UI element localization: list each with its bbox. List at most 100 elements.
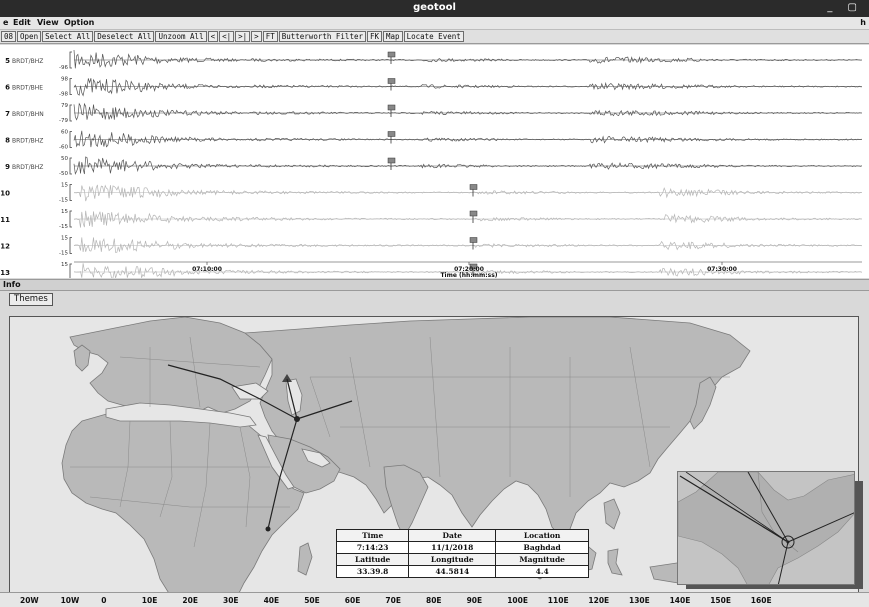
land-india bbox=[383, 464, 429, 538]
trace-number: 5 bbox=[5, 57, 10, 65]
trace-number: 11 bbox=[0, 216, 10, 224]
waveform-trace[interactable] bbox=[74, 184, 862, 202]
amplitude-bracket bbox=[69, 51, 72, 69]
menu-help[interactable]: h bbox=[860, 18, 866, 27]
longitude-label: 150E bbox=[710, 596, 731, 605]
trace-max: 15 bbox=[61, 262, 68, 268]
fk-button[interactable]: FK bbox=[367, 31, 383, 42]
deselect-all-button[interactable]: Deselect All bbox=[94, 31, 155, 42]
longitude-label: 110E bbox=[547, 596, 569, 605]
trace-min: -98 bbox=[59, 92, 68, 98]
waveform-canvas[interactable]: 5 BRDT/BHZ-966 BRDT/BHE98-987 BRDT/BHN79-79… bbox=[0, 45, 869, 278]
toolbar: 08 Open Select All Deselect All Unzoom All < <… bbox=[0, 30, 869, 44]
phase-pick-flag[interactable] bbox=[469, 210, 478, 217]
trace-station: BRDT/BHE bbox=[12, 85, 43, 92]
inset-canvas bbox=[678, 472, 854, 584]
time-tick-label: 07:10:00 bbox=[192, 266, 222, 273]
trace-min: -60 bbox=[59, 145, 68, 151]
trace-min: -15 bbox=[59, 251, 68, 257]
scroll-right-button[interactable]: > bbox=[251, 31, 262, 42]
menu-edit[interactable]: Edit bbox=[13, 18, 31, 27]
longitude-label: 10W bbox=[60, 596, 80, 605]
waveform-trace[interactable] bbox=[73, 78, 862, 97]
phase-pick-flag[interactable] bbox=[469, 237, 478, 243]
waveform-trace[interactable] bbox=[73, 156, 862, 175]
butterworth-filter-button[interactable]: Butterworth Filter bbox=[278, 31, 366, 42]
window-title: geotool bbox=[413, 2, 456, 13]
trace-max: 15 bbox=[61, 183, 68, 189]
trace-min: -15 bbox=[59, 224, 68, 230]
amplitude-bracket bbox=[69, 104, 72, 122]
time-axis-label: Time (hh:mm:ss) bbox=[440, 272, 497, 278]
epicenter-marker bbox=[294, 416, 300, 422]
page-left-button[interactable]: <| bbox=[219, 31, 235, 42]
phase-pick-flag[interactable] bbox=[387, 104, 396, 111]
trace-min: -96 bbox=[59, 65, 68, 71]
trace-number: 8 bbox=[5, 137, 10, 145]
header-time: Time bbox=[335, 529, 410, 542]
trace-number: 13 bbox=[0, 269, 10, 277]
phase-pick-flag[interactable] bbox=[387, 78, 396, 84]
station-marker-south bbox=[265, 526, 271, 532]
phase-pick-flag[interactable] bbox=[469, 184, 478, 190]
page-right-button[interactable]: >| bbox=[235, 31, 251, 42]
window-controls[interactable]: _ ▢ bbox=[827, 2, 863, 13]
trace-min: -15 bbox=[59, 198, 68, 204]
waveform-trace[interactable] bbox=[73, 102, 862, 121]
trace-station: BRDT/BHZ bbox=[12, 58, 43, 65]
menu-view[interactable]: View bbox=[37, 18, 59, 27]
amplitude-bracket bbox=[69, 184, 72, 201]
trace-number: 12 bbox=[0, 243, 10, 251]
trace-min: -79 bbox=[59, 118, 68, 124]
ft-button[interactable]: FT bbox=[262, 31, 278, 42]
trace-max: 98 bbox=[61, 77, 68, 83]
value-magnitude: 4.4 bbox=[495, 565, 589, 578]
open-button[interactable]: Open bbox=[17, 31, 42, 42]
amplitude-bracket bbox=[69, 210, 72, 228]
longitude-label: 80E bbox=[426, 596, 442, 605]
trace-max: 79 bbox=[61, 103, 68, 109]
amplitude-bracket bbox=[69, 131, 72, 148]
scroll-left-button[interactable]: < bbox=[207, 31, 219, 42]
amplitude-bracket bbox=[69, 78, 72, 95]
land-britain bbox=[73, 344, 91, 372]
longitude-label: 10E bbox=[141, 596, 158, 605]
value-date: 11/1/2018 bbox=[408, 541, 497, 554]
select-all-button[interactable]: Select All bbox=[42, 31, 94, 42]
trace-max: 60 bbox=[61, 130, 68, 136]
value-location: Baghdad bbox=[495, 541, 589, 554]
amplitude-bracket bbox=[69, 263, 72, 278]
longitude-label: 130E bbox=[629, 596, 650, 605]
longitude-label: 60E bbox=[344, 596, 361, 605]
trace-number: 9 bbox=[5, 163, 10, 171]
locate-event-button[interactable]: Locate Event bbox=[403, 31, 464, 42]
menu-file[interactable]: e bbox=[3, 18, 8, 27]
map-button[interactable]: Map bbox=[383, 31, 403, 42]
tab-themes[interactable]: Themes bbox=[9, 293, 53, 306]
waveform-trace[interactable] bbox=[73, 49, 862, 69]
info-label: Info bbox=[3, 280, 21, 289]
longitude-label: 50E bbox=[304, 596, 320, 605]
phase-pick-flag[interactable] bbox=[387, 131, 396, 137]
tb-number-button[interactable]: 08 bbox=[1, 31, 17, 42]
trace-number: 6 bbox=[5, 84, 10, 92]
trace-station: BRDT/BHZ bbox=[12, 164, 43, 171]
longitude-label: 40E bbox=[263, 596, 280, 605]
value-latitude: 33.39.8 bbox=[335, 565, 410, 578]
waveform-trace[interactable] bbox=[73, 237, 862, 253]
trace-max: 15 bbox=[61, 209, 68, 215]
value-longitude: 44.5814 bbox=[408, 565, 497, 578]
menu-option[interactable]: Option bbox=[64, 18, 94, 27]
phase-pick-flag[interactable] bbox=[387, 51, 396, 58]
unzoom-all-button[interactable]: Unzoom All bbox=[155, 31, 207, 42]
waveform-panel[interactable]: 5 BRDT/BHZ -96 6 BRDT/BHE 98 -98 7 BRDT/BHN 79 -79… bbox=[0, 45, 869, 278]
longitude-label: 120E bbox=[588, 596, 610, 605]
waveform-trace[interactable] bbox=[73, 130, 862, 148]
trace-station: BRDT/BHN bbox=[12, 111, 44, 118]
phase-pick-flag[interactable] bbox=[387, 157, 396, 164]
inset-zoom-map[interactable] bbox=[677, 471, 855, 585]
trace-number: 7 bbox=[5, 110, 10, 118]
land-philippines bbox=[603, 498, 621, 530]
header-latitude: Latitude bbox=[335, 553, 410, 566]
longitude-label: 0 bbox=[101, 596, 107, 605]
